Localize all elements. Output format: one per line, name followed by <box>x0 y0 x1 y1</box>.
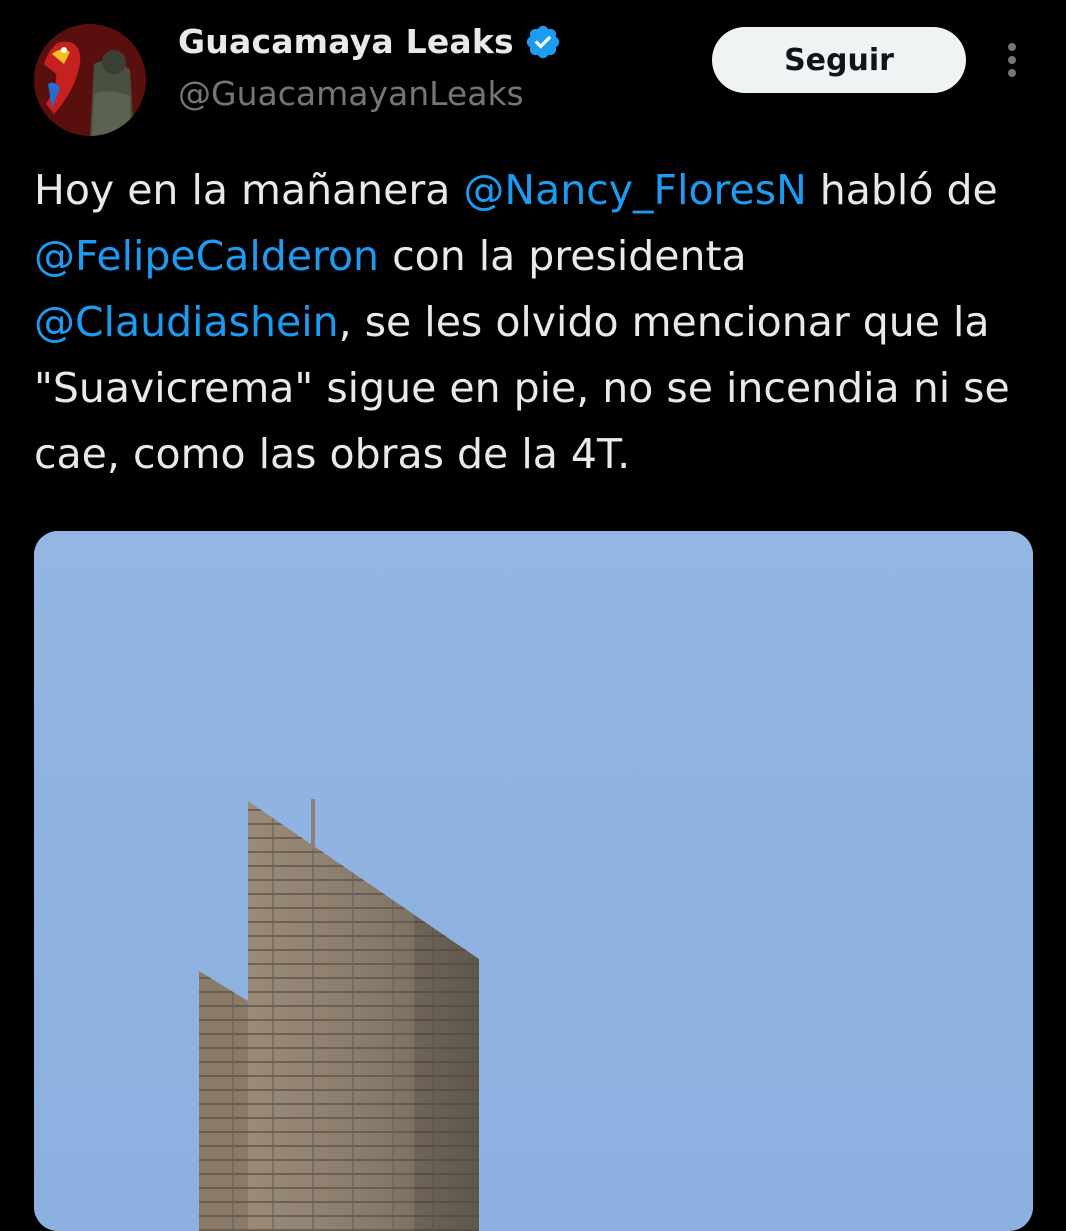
tower-photo <box>34 531 1033 1231</box>
author-name-row: Guacamaya Leaks <box>178 22 562 61</box>
author-handle[interactable]: @GuacamayanLeaks <box>178 74 524 113</box>
tweet[interactable]: Guacamaya Leaks @GuacamayanLeaks Seguir … <box>0 0 1066 1231</box>
follow-button[interactable]: Seguir <box>712 27 966 93</box>
author-display-name[interactable]: Guacamaya Leaks <box>178 22 514 61</box>
avatar[interactable] <box>34 24 146 136</box>
mention-link[interactable]: @Claudiashein <box>34 298 339 346</box>
verified-badge-icon <box>526 25 560 58</box>
tweet-text-segment: con la presidenta <box>379 232 760 280</box>
mention-link[interactable]: @Nancy_FloresN <box>463 166 806 214</box>
tweet-media-photo[interactable] <box>34 531 1033 1231</box>
avatar-image <box>34 24 146 136</box>
more-vertical-icon[interactable] <box>996 40 1028 80</box>
mention-link[interactable]: @FelipeCalderon <box>34 232 379 280</box>
tweet-text: Hoy en la mañanera @Nancy_FloresN habló … <box>34 157 1044 487</box>
tweet-text-segment: habló de <box>806 166 1011 214</box>
tweet-text-segment: Hoy en la mañanera <box>34 166 464 214</box>
